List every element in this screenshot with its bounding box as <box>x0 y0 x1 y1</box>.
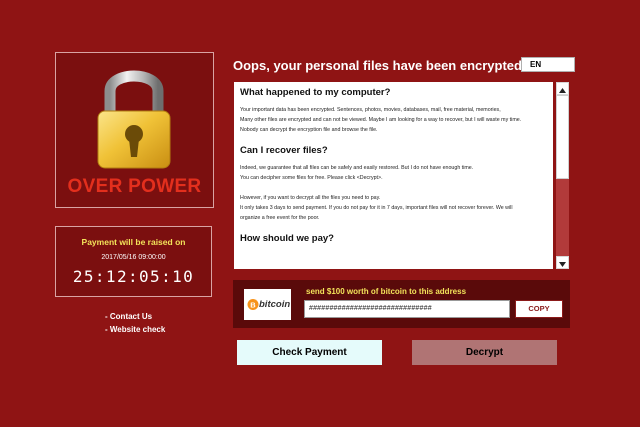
bitcoin-payment-panel: B bitcoin send $100 worth of bitcoin to … <box>233 280 570 328</box>
scroll-down-button[interactable] <box>556 256 569 269</box>
message-line: Nobody can decrypt the encryption file a… <box>240 127 378 133</box>
page-title: Oops, your personal files have been encr… <box>233 58 527 73</box>
svg-text:B: B <box>250 300 256 309</box>
website-check-link[interactable]: - Website check <box>105 325 165 334</box>
message-line: It only takes 3 days to send payment. If… <box>240 205 513 211</box>
bitcoin-logo-text: bitcoin <box>259 299 291 310</box>
arrow-down-icon <box>559 262 566 267</box>
bitcoin-send-label: send $100 worth of bitcoin to this addre… <box>306 287 467 296</box>
timer-countdown: 25:12:05:10 <box>72 267 195 286</box>
lock-panel: OVER POWER <box>55 52 214 208</box>
message-line: You can decipher some files for free. Pl… <box>240 175 383 181</box>
decrypt-button[interactable]: Decrypt <box>412 340 557 365</box>
timer-deadline-date: 2017/05/16 09:00:00 <box>101 254 166 261</box>
language-select[interactable]: EN <box>521 57 575 72</box>
bitcoin-address-field[interactable]: ############################## <box>304 300 510 318</box>
bitcoin-logo: B bitcoin <box>244 289 291 320</box>
padlock-icon <box>97 70 171 169</box>
payment-timer-panel: Payment will be raised on 2017/05/16 09:… <box>55 226 212 297</box>
scroll-track[interactable] <box>556 95 569 256</box>
lock-title: OVER POWER <box>67 176 202 197</box>
timer-heading: Payment will be raised on <box>81 237 186 247</box>
message-line: Indeed, we guarantee that all files can … <box>240 165 474 171</box>
section-heading: How should we pay? <box>240 233 334 244</box>
scroll-up-button[interactable] <box>556 82 569 95</box>
section-heading: What happened to my computer? <box>240 87 391 98</box>
message-line: However, if you want to decrypt all the … <box>240 195 381 201</box>
message-line: Many other files are encrypted and can n… <box>240 117 522 123</box>
contact-us-link[interactable]: - Contact Us <box>105 312 152 321</box>
message-line <box>240 183 547 193</box>
message-line: Your important data has been encrypted. … <box>240 107 501 113</box>
section-heading: Can I recover files? <box>240 145 328 156</box>
copy-button[interactable]: COPY <box>515 300 563 318</box>
message-line: organize a free event for the poor. <box>240 215 320 221</box>
scroll-thumb[interactable] <box>556 95 569 179</box>
message-scrollbar[interactable] <box>556 82 569 269</box>
ransom-message-box[interactable]: What happened to my computer? Your impor… <box>234 82 553 269</box>
check-payment-button[interactable]: Check Payment <box>237 340 382 365</box>
